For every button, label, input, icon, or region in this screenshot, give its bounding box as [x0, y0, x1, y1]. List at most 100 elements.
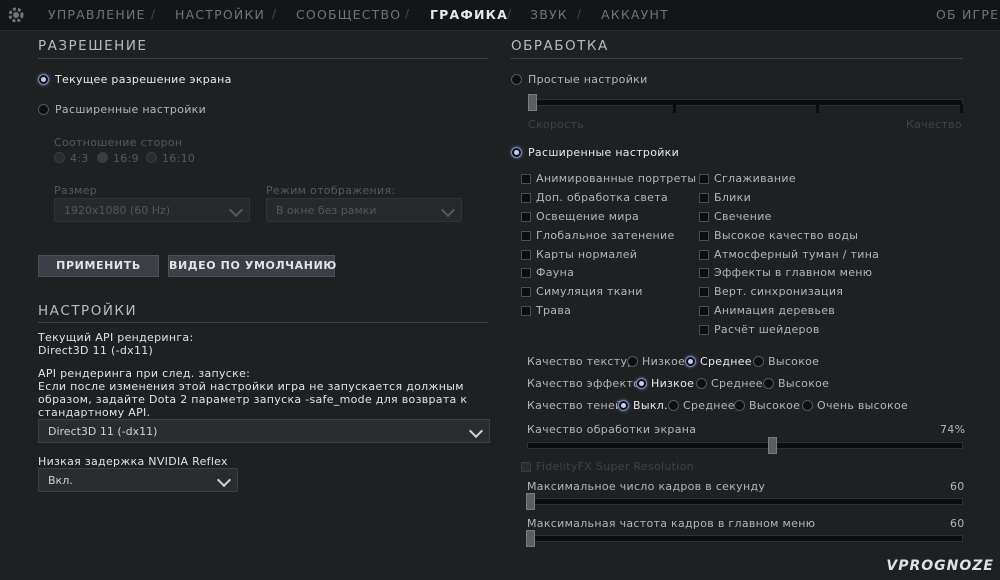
advanced-settings-radio[interactable]: [511, 147, 522, 158]
aspect-radio-16-9[interactable]: [97, 152, 108, 163]
display-mode-select[interactable]: В окне без рамки: [266, 198, 462, 222]
render-api-select[interactable]: Direct3D 11 (-dx11): [38, 419, 490, 443]
checkbox-animated-portraits[interactable]: [521, 174, 531, 184]
checkbox-ambient-occlusion[interactable]: [521, 231, 531, 241]
shadows-off-label[interactable]: Выкл.: [633, 399, 668, 412]
checkbox-label[interactable]: Эффекты в главном меню: [714, 266, 872, 279]
quality-preset-slider[interactable]: [528, 99, 963, 106]
checkbox-shader-compute[interactable]: [699, 325, 709, 335]
default-video-button[interactable]: ВИДЕО ПО УМОЛЧАНИЮ: [168, 255, 336, 277]
advanced-settings-label[interactable]: Расширенные настройки: [528, 146, 679, 159]
watermark-logo: VPROGNOZE: [886, 558, 994, 574]
effects-high-label[interactable]: Высокое: [778, 377, 829, 390]
max-menu-fps-slider[interactable]: [527, 535, 963, 542]
texture-low-label[interactable]: Низкое: [642, 355, 685, 368]
checkbox-normal-maps[interactable]: [521, 250, 531, 260]
aspect-radio-16-10[interactable]: [146, 152, 157, 163]
current-resolution-label[interactable]: Текущее разрешение экрана: [55, 73, 232, 86]
nav-tab-controls[interactable]: УПРАВЛЕНИЕ: [48, 7, 146, 22]
checkbox-label[interactable]: Карты нормалей: [536, 248, 637, 261]
resolution-title: РАЗРЕШЕНИЕ: [38, 38, 148, 54]
max-fps-label: Максимальное число кадров в секунду: [527, 480, 766, 493]
checkbox-label[interactable]: Фауна: [536, 266, 574, 279]
advanced-resolution-label[interactable]: Расширенные настройки: [55, 103, 206, 116]
max-menu-fps-handle[interactable]: [526, 530, 535, 547]
texture-high-radio[interactable]: [753, 356, 764, 367]
effects-medium-label[interactable]: Среднее: [711, 377, 763, 390]
simple-settings-radio[interactable]: [511, 74, 522, 85]
current-resolution-radio[interactable]: [38, 74, 49, 85]
checkbox-world-lighting[interactable]: [521, 212, 531, 222]
checkbox-label[interactable]: Симуляция ткани: [536, 285, 643, 298]
nav-tab-account[interactable]: АККАУНТ: [601, 7, 669, 22]
checkbox-main-menu-effects[interactable]: [699, 268, 709, 278]
slider-tick: [673, 104, 676, 113]
checkbox-specular[interactable]: [699, 193, 709, 203]
max-fps-slider[interactable]: [527, 498, 963, 505]
current-api-value: Direct3D 11 (-dx11): [38, 344, 154, 357]
top-nav-bar: УПРАВЛЕНИЕ / НАСТРОЙКИ / СООБЩЕСТВО / ГР…: [0, 0, 1000, 31]
nav-tab-sound[interactable]: ЗВУК: [530, 7, 568, 22]
effects-medium-radio[interactable]: [696, 378, 707, 389]
checkbox-extra-lighting[interactable]: [521, 193, 531, 203]
shadows-very-high-radio[interactable]: [802, 400, 813, 411]
screen-quality-handle[interactable]: [768, 437, 777, 454]
shadow-quality-label: Качество теней: [527, 399, 623, 412]
next-api-note-line: Если после изменения этой настройки игра…: [38, 380, 464, 393]
effects-high-radio[interactable]: [763, 378, 774, 389]
effects-low-label[interactable]: Низкое: [651, 377, 694, 390]
reflex-select[interactable]: Вкл.: [38, 468, 238, 492]
shadows-medium-label[interactable]: Среднее: [683, 399, 735, 412]
gear-icon[interactable]: [6, 5, 26, 25]
checkbox-cloth-simulation[interactable]: [521, 287, 531, 297]
shadows-very-high-label[interactable]: Очень высокое: [817, 399, 908, 412]
quality-preset-handle[interactable]: [528, 94, 537, 111]
checkbox-grass[interactable]: [521, 306, 531, 316]
fsr-label: FidelityFX Super Resolution: [536, 460, 694, 473]
shadows-off-radio[interactable]: [618, 400, 629, 411]
checkbox-vsync[interactable]: [699, 287, 709, 297]
apply-button[interactable]: ПРИМЕНИТЬ: [38, 255, 159, 277]
checkbox-label[interactable]: Блики: [714, 191, 751, 204]
checkbox-fauna[interactable]: [521, 268, 531, 278]
checkbox-label[interactable]: Трава: [536, 304, 571, 317]
checkbox-label[interactable]: Расчёт шейдеров: [714, 323, 820, 336]
divider: [38, 322, 488, 323]
screen-quality-slider[interactable]: [527, 442, 963, 449]
simple-settings-label[interactable]: Простые настройки: [528, 73, 648, 86]
checkbox-label[interactable]: Сглаживание: [714, 172, 796, 185]
advanced-resolution-radio[interactable]: [38, 104, 49, 115]
size-select[interactable]: 1920x1080 (60 Hz): [54, 198, 250, 222]
texture-medium-radio[interactable]: [685, 356, 696, 367]
shadows-high-label[interactable]: Высокое: [749, 399, 800, 412]
max-menu-fps-label: Максимальная частота кадров в главном ме…: [527, 517, 816, 530]
shadows-high-radio[interactable]: [734, 400, 745, 411]
effects-low-radio[interactable]: [636, 378, 647, 389]
nav-tab-community[interactable]: СООБЩЕСТВО: [296, 7, 401, 22]
max-fps-handle[interactable]: [526, 493, 535, 510]
checkbox-label[interactable]: Доп. обработка света: [536, 191, 668, 204]
checkbox-label[interactable]: Глобальное затенение: [536, 229, 675, 242]
checkbox-antialiasing[interactable]: [699, 174, 709, 184]
checkbox-label[interactable]: Освещение мира: [536, 210, 639, 223]
checkbox-label[interactable]: Атмосферный туман / тина: [714, 248, 879, 261]
checkbox-label[interactable]: Высокое качество воды: [714, 229, 858, 242]
checkbox-high-quality-water[interactable]: [699, 231, 709, 241]
aspect-radio-4-3[interactable]: [54, 152, 65, 163]
checkbox-tree-animation[interactable]: [699, 306, 709, 316]
texture-medium-label[interactable]: Среднее: [700, 355, 752, 368]
checkbox-label[interactable]: Анимация деревьев: [714, 304, 835, 317]
texture-high-label[interactable]: Высокое: [768, 355, 819, 368]
nav-tab-graphics[interactable]: ГРАФИКА: [430, 7, 508, 22]
checkbox-fsr[interactable]: [521, 462, 531, 472]
texture-low-radio[interactable]: [627, 356, 638, 367]
nav-tab-settings[interactable]: НАСТРОЙКИ: [175, 7, 265, 22]
chevron-down-icon: [228, 202, 244, 218]
checkbox-label[interactable]: Анимированные портреты: [536, 172, 696, 185]
checkbox-bloom[interactable]: [699, 212, 709, 222]
nav-about-game[interactable]: ОБ ИГРЕ: [936, 7, 999, 22]
checkbox-label[interactable]: Верт. синхронизация: [714, 285, 843, 298]
shadows-medium-radio[interactable]: [668, 400, 679, 411]
checkbox-label[interactable]: Свечение: [714, 210, 772, 223]
checkbox-atmospheric-fog[interactable]: [699, 250, 709, 260]
